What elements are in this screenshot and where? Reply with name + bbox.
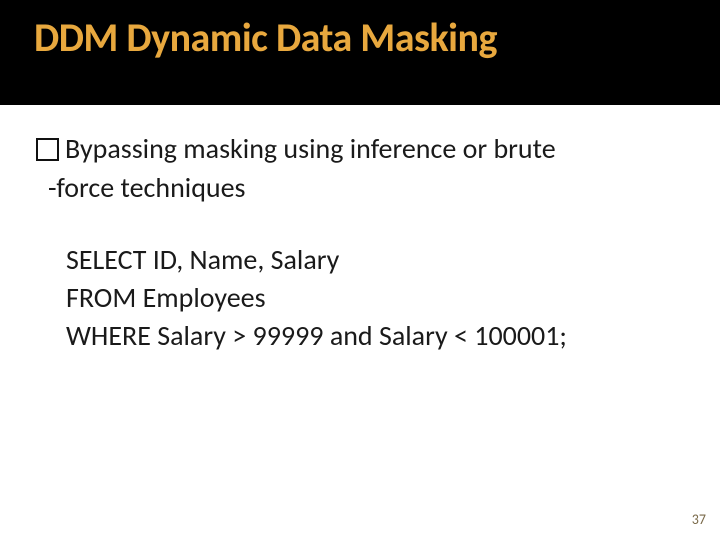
slide-title: DDM Dynamic Data Masking [0, 0, 497, 58]
page-number: 37 [692, 511, 706, 528]
title-bar: DDM Dynamic Data Masking [0, 0, 720, 105]
square-bullet-icon [36, 138, 59, 161]
code-block: SELECT ID, Name, Salary FROM Employees W… [66, 241, 684, 354]
slide-content: Bypassing masking using inference or bru… [0, 105, 720, 354]
bullet-item: Bypassing masking using inference or bru… [36, 131, 684, 166]
bullet-line-1: Bypassing masking using inference or bru… [65, 131, 556, 166]
code-line-2: FROM Employees [66, 279, 684, 317]
code-line-3: WHERE Salary > 99999 and Salary < 100001… [66, 317, 684, 355]
bullet-line-2: -force techniques [48, 170, 684, 205]
code-line-1: SELECT ID, Name, Salary [66, 241, 684, 279]
